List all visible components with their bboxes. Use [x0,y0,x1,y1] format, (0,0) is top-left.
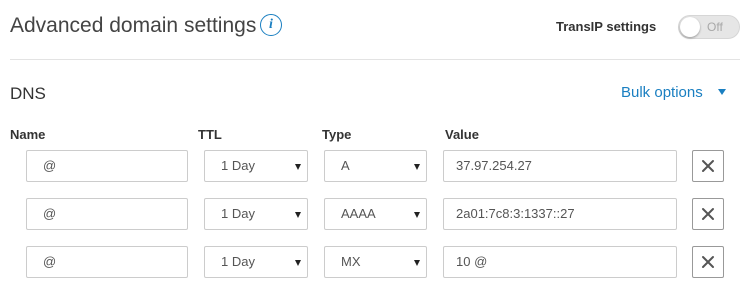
dns-record-row: @ 1 Day A 37.97.254.27 [0,150,744,182]
section-divider [10,59,740,60]
record-type-select[interactable]: A [324,150,427,182]
record-ttl-select[interactable]: 1 Day [204,150,308,182]
delete-record-button[interactable] [692,246,724,278]
record-type-value: MX [341,254,361,269]
record-ttl-value: 1 Day [221,206,255,221]
transip-settings-label: TransIP settings [556,19,657,34]
dns-record-row: @ 1 Day MX 10 @ [0,246,744,278]
record-type-select[interactable]: MX [324,246,427,278]
column-header-value: Value [445,127,479,142]
record-ttl-value: 1 Day [221,254,255,269]
record-type-value: AAAA [341,206,376,221]
page-title: Advanced domain settings [10,14,257,37]
record-ttl-select[interactable]: 1 Day [204,246,308,278]
record-value-input[interactable]: 37.97.254.27 [443,150,677,182]
caret-down-icon [295,212,301,218]
caret-down-icon [295,164,301,170]
record-name-input[interactable]: @ [26,198,188,230]
bulk-options-link[interactable]: Bulk options [621,83,703,103]
record-name-input[interactable]: @ [26,150,188,182]
toggle-knob [680,17,700,37]
delete-record-button[interactable] [692,198,724,230]
record-value-input[interactable]: 2a01:7c8:3:1337::27 [443,198,677,230]
caret-down-icon [414,164,420,170]
column-header-type: Type [322,127,352,142]
column-header-ttl: TTL [198,127,222,142]
caret-down-icon [295,260,301,266]
record-value-input[interactable]: 10 @ [443,246,677,278]
dns-section-title: DNS [10,84,46,103]
record-name-input[interactable]: @ [26,246,188,278]
column-header-name: Name [10,127,46,142]
record-type-select[interactable]: AAAA [324,198,427,230]
delete-record-button[interactable] [692,150,724,182]
close-icon [702,208,714,220]
dns-record-row: @ 1 Day AAAA 2a01:7c8:3:1337::27 [0,198,744,230]
record-ttl-value: 1 Day [221,158,255,173]
caret-down-icon [414,212,420,218]
transip-settings-toggle[interactable]: Off [678,15,740,39]
caret-down-icon [414,260,420,266]
close-icon [702,256,714,268]
info-icon[interactable]: i [260,14,282,36]
close-icon [702,160,714,172]
caret-down-icon[interactable] [718,89,726,95]
record-ttl-select[interactable]: 1 Day [204,198,308,230]
toggle-state-label: Off [707,20,723,34]
record-type-value: A [341,158,350,173]
